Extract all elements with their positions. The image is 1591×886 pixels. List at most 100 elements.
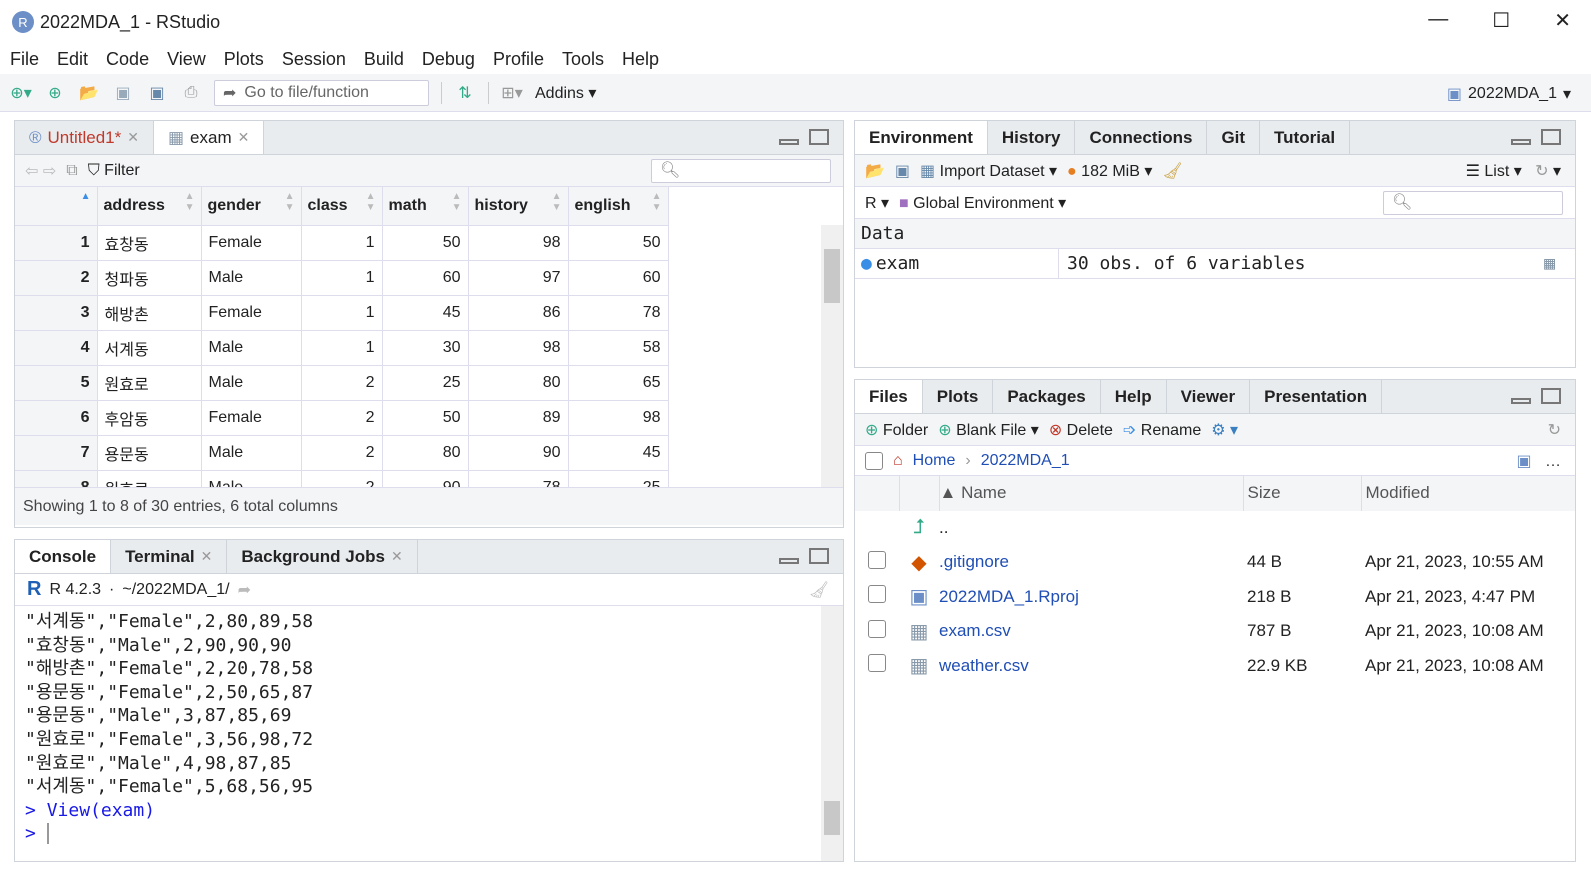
scroll-thumb[interactable] <box>824 249 840 303</box>
file-row[interactable]: ▦ exam.csv 787 B Apr 21, 2023, 10:08 AM <box>855 614 1575 649</box>
open-folder-icon[interactable]: 📂 <box>78 83 100 103</box>
file-name-link[interactable]: .gitignore <box>939 545 1243 580</box>
console-output[interactable]: "서계동","Female",2,80,89,58 "효창동","Male",2,… <box>15 606 843 861</box>
size-header[interactable]: Size <box>1243 476 1362 511</box>
tab-packages[interactable]: Packages <box>993 380 1101 413</box>
column-header[interactable]: class ▲ ▼ <box>301 187 383 226</box>
breadcrumb-home[interactable]: Home <box>913 452 956 470</box>
project-selector[interactable]: ▣ 2022MDA_1 ▾ <box>1447 84 1571 104</box>
go-to-file-input[interactable]: ➦ Go to file/function <box>214 79 429 106</box>
tab-connections[interactable]: Connections <box>1075 121 1208 154</box>
scroll-thumb[interactable] <box>824 801 840 835</box>
goto-dir-icon[interactable]: ➦ <box>238 580 251 600</box>
scope-dropdown[interactable]: ■ Global Environment ▾ <box>899 193 1066 213</box>
menu-help[interactable]: Help <box>622 49 659 70</box>
close-tab-icon[interactable]: ✕ <box>238 129 250 146</box>
breadcrumb-project[interactable]: 2022MDA_1 <box>981 452 1070 470</box>
maximize-pane-button[interactable] <box>1541 129 1561 145</box>
import-dataset-button[interactable]: ▦ Import Dataset ▾ <box>920 161 1057 181</box>
menu-session[interactable]: Session <box>282 49 346 70</box>
minimize-pane-button[interactable] <box>1511 398 1531 404</box>
new-folder-button[interactable]: ⊕ Folder <box>865 420 928 440</box>
file-name-link[interactable]: weather.csv <box>939 649 1243 684</box>
column-header[interactable]: english ▲ ▼ <box>568 187 669 226</box>
save-workspace-icon[interactable]: ▣ <box>895 161 910 181</box>
file-checkbox[interactable] <box>868 585 886 604</box>
addins-menu[interactable]: Addins ▾ <box>535 83 596 103</box>
tab-exam[interactable]: ▦ exam ✕ <box>153 121 265 154</box>
more-icon[interactable]: ▣ … <box>1517 451 1561 471</box>
menu-edit[interactable]: Edit <box>57 49 88 70</box>
env-search-input[interactable]: 🔍︎ <box>1383 191 1563 215</box>
filter-button[interactable]: ⛉ Filter <box>88 162 140 180</box>
tab-tutorial[interactable]: Tutorial <box>1260 121 1351 154</box>
gear-icon[interactable]: ⚙ ▾ <box>1211 420 1238 440</box>
minimize-pane-button[interactable] <box>779 558 799 564</box>
column-header[interactable]: address ▲ ▼ <box>97 187 202 226</box>
new-project-icon[interactable]: ⊕ <box>44 83 66 103</box>
modified-header[interactable]: Modified <box>1361 476 1575 511</box>
column-header[interactable]: history ▲ ▼ <box>468 187 569 226</box>
select-all-checkbox[interactable] <box>865 451 883 470</box>
tab-viewer[interactable]: Viewer <box>1167 380 1251 413</box>
grid-layout-icon[interactable]: ⊞▾ <box>501 83 523 103</box>
file-checkbox[interactable] <box>868 619 886 638</box>
load-workspace-icon[interactable]: 📂 <box>865 161 885 181</box>
tab-plots[interactable]: Plots <box>923 380 994 413</box>
view-mode-dropdown[interactable]: ☰ List ▾ ↻ ▾ <box>1466 161 1561 181</box>
minimize-pane-button[interactable] <box>779 139 799 145</box>
maximize-button[interactable]: ☐ <box>1492 8 1510 33</box>
memory-usage-button[interactable]: ● 182 MiB ▾ <box>1067 161 1152 181</box>
env-object-row[interactable]: ● exam 30 obs. of 6 variables ▦ <box>855 249 1575 279</box>
file-row[interactable]: ▦ weather.csv 22.9 KB Apr 21, 2023, 10:0… <box>855 649 1575 684</box>
file-checkbox[interactable] <box>868 550 886 569</box>
version-control-icon[interactable]: ⇅ <box>454 83 476 103</box>
refresh-icon[interactable]: ↻ <box>1535 163 1548 180</box>
popout-icon[interactable]: ⧉ <box>66 162 77 180</box>
save-icon[interactable]: ▣ <box>112 83 134 103</box>
menu-view[interactable]: View <box>167 49 206 70</box>
home-icon[interactable]: ⌂ <box>893 452 903 470</box>
tab-files[interactable]: Files <box>855 380 923 413</box>
back-icon[interactable]: ⇦ ⇨ <box>25 161 56 181</box>
close-tab-icon[interactable]: ✕ <box>127 129 139 146</box>
column-header[interactable]: gender ▲ ▼ <box>201 187 302 226</box>
close-tab-icon[interactable]: ✕ <box>201 548 213 565</box>
tab-environment[interactable]: Environment <box>855 121 988 154</box>
name-header[interactable]: ▲ Name <box>939 476 1244 511</box>
minimize-pane-button[interactable] <box>1511 139 1531 145</box>
menu-plots[interactable]: Plots <box>224 49 264 70</box>
print-icon[interactable]: ⎙ <box>180 83 202 103</box>
minimize-button[interactable]: — <box>1428 8 1448 33</box>
broom-icon[interactable]: 🧹︎ <box>1162 161 1182 181</box>
close-button[interactable]: ✕ <box>1554 8 1571 33</box>
refresh-icon[interactable]: ↻ <box>1548 420 1561 440</box>
clear-console-icon[interactable]: 🧹︎ <box>809 580 829 600</box>
menu-build[interactable]: Build <box>364 49 404 70</box>
parent-dir-row[interactable]: ⮥.. <box>855 511 1575 546</box>
row-number-header[interactable]: ▲ <box>15 187 98 226</box>
save-all-icon[interactable]: ▣ <box>146 83 168 103</box>
menu-profile[interactable]: Profile <box>493 49 544 70</box>
expand-icon[interactable]: ● <box>861 253 872 274</box>
language-dropdown[interactable]: R ▾ <box>865 193 889 213</box>
rproj-icon[interactable]: ▣ <box>1517 453 1532 470</box>
table-search-input[interactable]: 🔍︎ <box>651 159 831 183</box>
blank-file-button[interactable]: ⊕ Blank File ▾ <box>938 420 1039 440</box>
file-row[interactable]: ▣ 2022MDA_1.Rproj 218 B Apr 21, 2023, 4:… <box>855 580 1575 615</box>
console-scrollbar[interactable] <box>821 606 843 861</box>
tab-terminal[interactable]: Terminal ✕ <box>111 540 228 573</box>
menu-code[interactable]: Code <box>106 49 149 70</box>
tab-git[interactable]: Git <box>1207 121 1261 154</box>
tab-untitled1[interactable]: ® Untitled1* ✕ <box>15 121 154 154</box>
maximize-pane-button[interactable] <box>809 129 829 145</box>
file-checkbox[interactable] <box>868 654 886 673</box>
tab-presentation[interactable]: Presentation <box>1250 380 1383 413</box>
delete-button[interactable]: ⊗ Delete <box>1049 420 1113 440</box>
view-table-icon[interactable]: ▦ <box>1544 253 1555 274</box>
rename-button[interactable]: ➩ Rename <box>1123 420 1201 440</box>
file-name-link[interactable]: 2022MDA_1.Rproj <box>939 580 1243 615</box>
tab-console[interactable]: Console <box>15 540 112 573</box>
new-file-icon[interactable]: ⊕▾ <box>10 83 32 103</box>
tab-background-jobs[interactable]: Background Jobs ✕ <box>227 540 418 573</box>
